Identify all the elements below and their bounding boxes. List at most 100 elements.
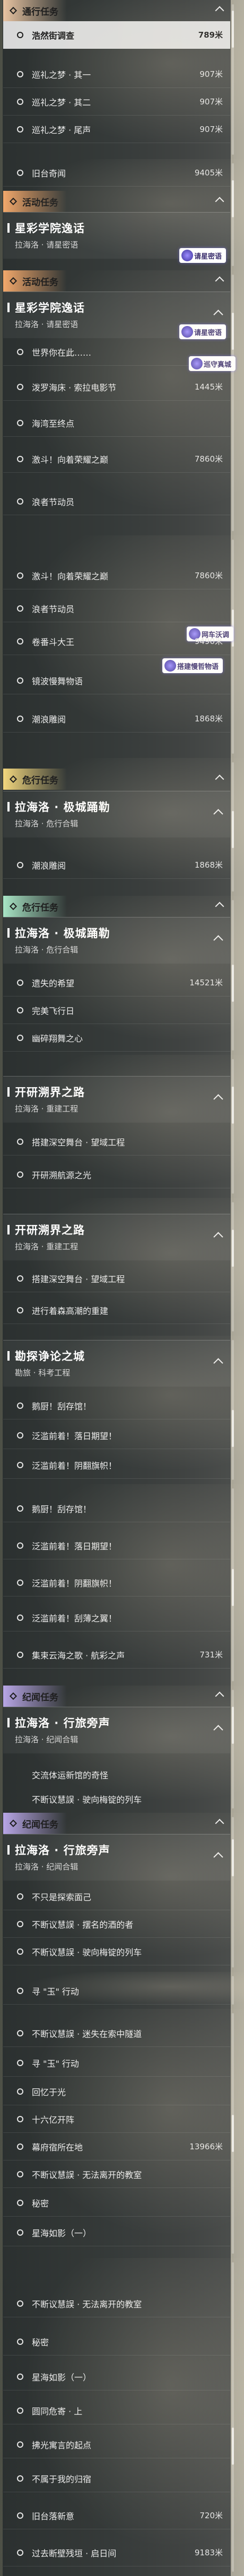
- quest-row[interactable]: 拂光寓言的起点: [3, 2431, 230, 2458]
- quest-row[interactable]: 卷番斗大王 9490米: [3, 628, 230, 655]
- quest-row[interactable]: 秘密: [3, 2189, 230, 2217]
- quest-row[interactable]: 搭建深空舞台 · 望域工程: [3, 1265, 230, 1292]
- quest-row[interactable]: 海湾至终点: [3, 409, 230, 437]
- bullet-icon: [17, 2407, 23, 2414]
- quest-row[interactable]: 不只是探索面己: [3, 1883, 230, 1910]
- bullet-icon: [17, 1920, 23, 1927]
- section-header-event[interactable]: 活动任务: [3, 270, 230, 292]
- quest-row[interactable]: 寻 "玉" 行动: [3, 2049, 230, 2077]
- quest-row[interactable]: 不断议慧誤 · 驶向梅锭的列车: [3, 1938, 230, 1965]
- map-marker-badge[interactable]: 请星密语: [179, 248, 226, 263]
- quest-row[interactable]: 巡礼之梦 · 尾声 907米: [3, 116, 230, 143]
- chevron-up-icon: [215, 774, 224, 784]
- bullet-icon: [17, 2338, 23, 2345]
- quest-row[interactable]: 秘密: [3, 2328, 230, 2356]
- scrollbar-thumb[interactable]: [232, 1707, 234, 1744]
- section-header-legend[interactable]: 纪闻任务: [3, 1813, 230, 1834]
- scrollbar[interactable]: [232, 2262, 234, 2572]
- quest-row[interactable]: 泛滥前着！阴翻旗帜！: [3, 1569, 230, 1596]
- quest-row[interactable]: 不断议慧誤 · 无法离开的教室: [3, 2290, 230, 2317]
- scrollbar-thumb[interactable]: [232, 1410, 234, 1447]
- scrollbar-thumb[interactable]: [232, 965, 234, 1002]
- quest-row[interactable]: 旧台落新意 720米: [3, 2502, 230, 2529]
- quest-row[interactable]: 巡礼之梦 · 其二 907米: [3, 88, 230, 116]
- section-header-event[interactable]: 活动任务: [3, 191, 230, 212]
- scrollbar-thumb[interactable]: [232, 1230, 234, 1267]
- scrollbar-thumb[interactable]: [232, 11, 234, 48]
- scrollbar-thumb[interactable]: [232, 2428, 234, 2465]
- section-header-daily[interactable]: 通行任务: [3, 0, 230, 21]
- quest-row[interactable]: 遗失的希望 14521米: [3, 969, 230, 996]
- quest-row[interactable]: 潮浪雕阅 1868米: [3, 851, 230, 879]
- scrollbar-thumb[interactable]: [232, 811, 234, 848]
- quest-row[interactable]: 激斗！向着荣耀之巅 7860米: [3, 562, 230, 589]
- quest-row[interactable]: 泛滥前着！刮薄之翼！: [3, 1604, 230, 1631]
- quest-row[interactable]: 星海如影（一）: [3, 2363, 230, 2390]
- section-header-legend[interactable]: 纪闻任务: [3, 1686, 230, 1707]
- chevron-up-icon: [213, 1232, 223, 1242]
- quest-card-xingyou[interactable]: 拉海洛 · 行旅旁声 拉海洛 · 纪闻合辑: [3, 1707, 230, 1753]
- quest-row[interactable]: 浪者节动员: [3, 595, 230, 622]
- quest-card-xingyou[interactable]: 拉海洛 · 行旅旁声 拉海洛 · 纪闻合辑: [3, 1834, 230, 1881]
- screen-segment: 寻 "玉" 行动: [0, 1972, 244, 2009]
- scrollbar[interactable]: [232, 1202, 234, 1331]
- scrollbar-thumb[interactable]: [232, 2115, 234, 2152]
- quest-row[interactable]: 激斗！向着荣耀之巅 7860米: [3, 445, 230, 473]
- section-header-bounty[interactable]: 危行任务: [3, 769, 230, 790]
- quest-row[interactable]: 旧台奇闻 9405米: [3, 159, 230, 187]
- quest-row[interactable]: 寻 "玉" 行动: [3, 1977, 230, 2005]
- scrollbar-thumb[interactable]: [232, 1839, 234, 1876]
- scrollbar-thumb[interactable]: [232, 1087, 234, 1124]
- quest-row[interactable]: 星海如影（一）: [3, 2219, 230, 2246]
- quest-card-lahailuo[interactable]: 拉海洛 · 极城踊勒 拉海洛 · 危行合辑: [3, 917, 230, 964]
- quest-row[interactable]: 进行着森高潮的重建: [3, 1296, 230, 1324]
- quest-row[interactable]: 泼罗海床 · 索拉电影节 1445米: [3, 373, 230, 401]
- quest-row[interactable]: 十六亿开阵: [3, 2105, 230, 2133]
- bullet-icon: [17, 979, 23, 986]
- quest-row[interactable]: 集束云海之歌 · 航彩之声 731米: [3, 1641, 230, 1669]
- quest-row[interactable]: 完美飞行日: [3, 996, 230, 1024]
- quest-card-lahailuo[interactable]: 拉海洛 · 极城踊勒 拉海洛 · 危行合辑: [3, 791, 230, 837]
- quest-row[interactable]: 泛滥前着！阴翻旗帜！: [3, 1451, 230, 1479]
- quest-row[interactable]: 幕府宿所在地 13966米: [3, 2133, 230, 2160]
- quest-row[interactable]: 不断议慧誤 · 无法离开的教室: [3, 2160, 230, 2188]
- map-marker-badge[interactable]: 请星密语: [179, 324, 226, 339]
- bullet-icon: [17, 419, 23, 426]
- scrollbar[interactable]: [232, 1059, 234, 1194]
- scrollbar-thumb[interactable]: [232, 1569, 234, 1606]
- quest-card-kaiyan[interactable]: 开研溯界之路 拉海洛 · 重建工程: [3, 1076, 230, 1123]
- quest-row[interactable]: 鹅厨！刮存馆！: [3, 1392, 230, 1419]
- scrollbar-thumb[interactable]: [232, 180, 234, 217]
- quest-row[interactable]: 镜波慢舞物语: [3, 667, 230, 694]
- bullet-icon: [17, 861, 23, 868]
- quest-row[interactable]: 幽碎翔舞之心: [3, 1024, 230, 1052]
- quest-card-kaiyan[interactable]: 开研溯界之路 拉海洛 · 重建工程: [3, 1214, 230, 1260]
- quest-row-partial[interactable]: 不断议慧誤 · 驶向梅锭的列车: [3, 1787, 230, 1811]
- quest-row[interactable]: 浩然街调查 789米: [3, 21, 230, 49]
- quest-row[interactable]: 浪者节动员: [3, 488, 230, 515]
- bullet-icon: [17, 1542, 23, 1549]
- quest-row[interactable]: 泛滥前着！落日期望！: [3, 1422, 230, 1449]
- quest-row[interactable]: 泛滥前着！落日期望！: [3, 1532, 230, 1559]
- scrollbar[interactable]: [232, 540, 234, 754]
- section-header-trial[interactable]: 危行任务: [3, 896, 230, 917]
- quest-row[interactable]: 回忆于光: [3, 2078, 230, 2105]
- quest-row[interactable]: 不断议慧誤 · 迷失在索中隧道: [3, 2019, 230, 2047]
- quest-row[interactable]: 不断议慧誤 · 摆名的酒的者: [3, 1910, 230, 1938]
- quest-card-dispute[interactable]: 勘探诤论之城 勘旅 · 科考工程: [3, 1340, 230, 1387]
- scrollbar[interactable]: [232, 1976, 234, 2005]
- quest-row[interactable]: 鹅厨！刮存馆！: [3, 1495, 230, 1522]
- quest-row[interactable]: 过去断壁残垣 · 启日间 9183米: [3, 2539, 230, 2566]
- quest-row[interactable]: 巡礼之梦 · 其一 907米: [3, 60, 230, 88]
- scrollbar-thumb[interactable]: [232, 313, 234, 350]
- bullet-icon: [17, 2512, 23, 2519]
- quest-row[interactable]: 潮浪雕阅 1868米: [3, 705, 230, 733]
- quest-row[interactable]: 圆同危寄 · 上: [3, 2397, 230, 2424]
- quest-row[interactable]: 不属于我的归宿: [3, 2465, 230, 2492]
- map-marker-badge[interactable]: 巡守真城: [189, 356, 236, 371]
- quest-row[interactable]: 开研溯航源之光: [3, 1161, 230, 1188]
- screen-segment: 开研溯界之路 拉海洛 · 重建工程 搭建深空舞台 · 望域工程 开研溯航源之光: [0, 1055, 244, 1198]
- quest-row-partial[interactable]: 交流体运新馆的奇怪: [3, 1763, 230, 1786]
- quest-row[interactable]: 搭建深空舞台 · 望域工程: [3, 1128, 230, 1155]
- bullet-icon: [17, 1579, 23, 1586]
